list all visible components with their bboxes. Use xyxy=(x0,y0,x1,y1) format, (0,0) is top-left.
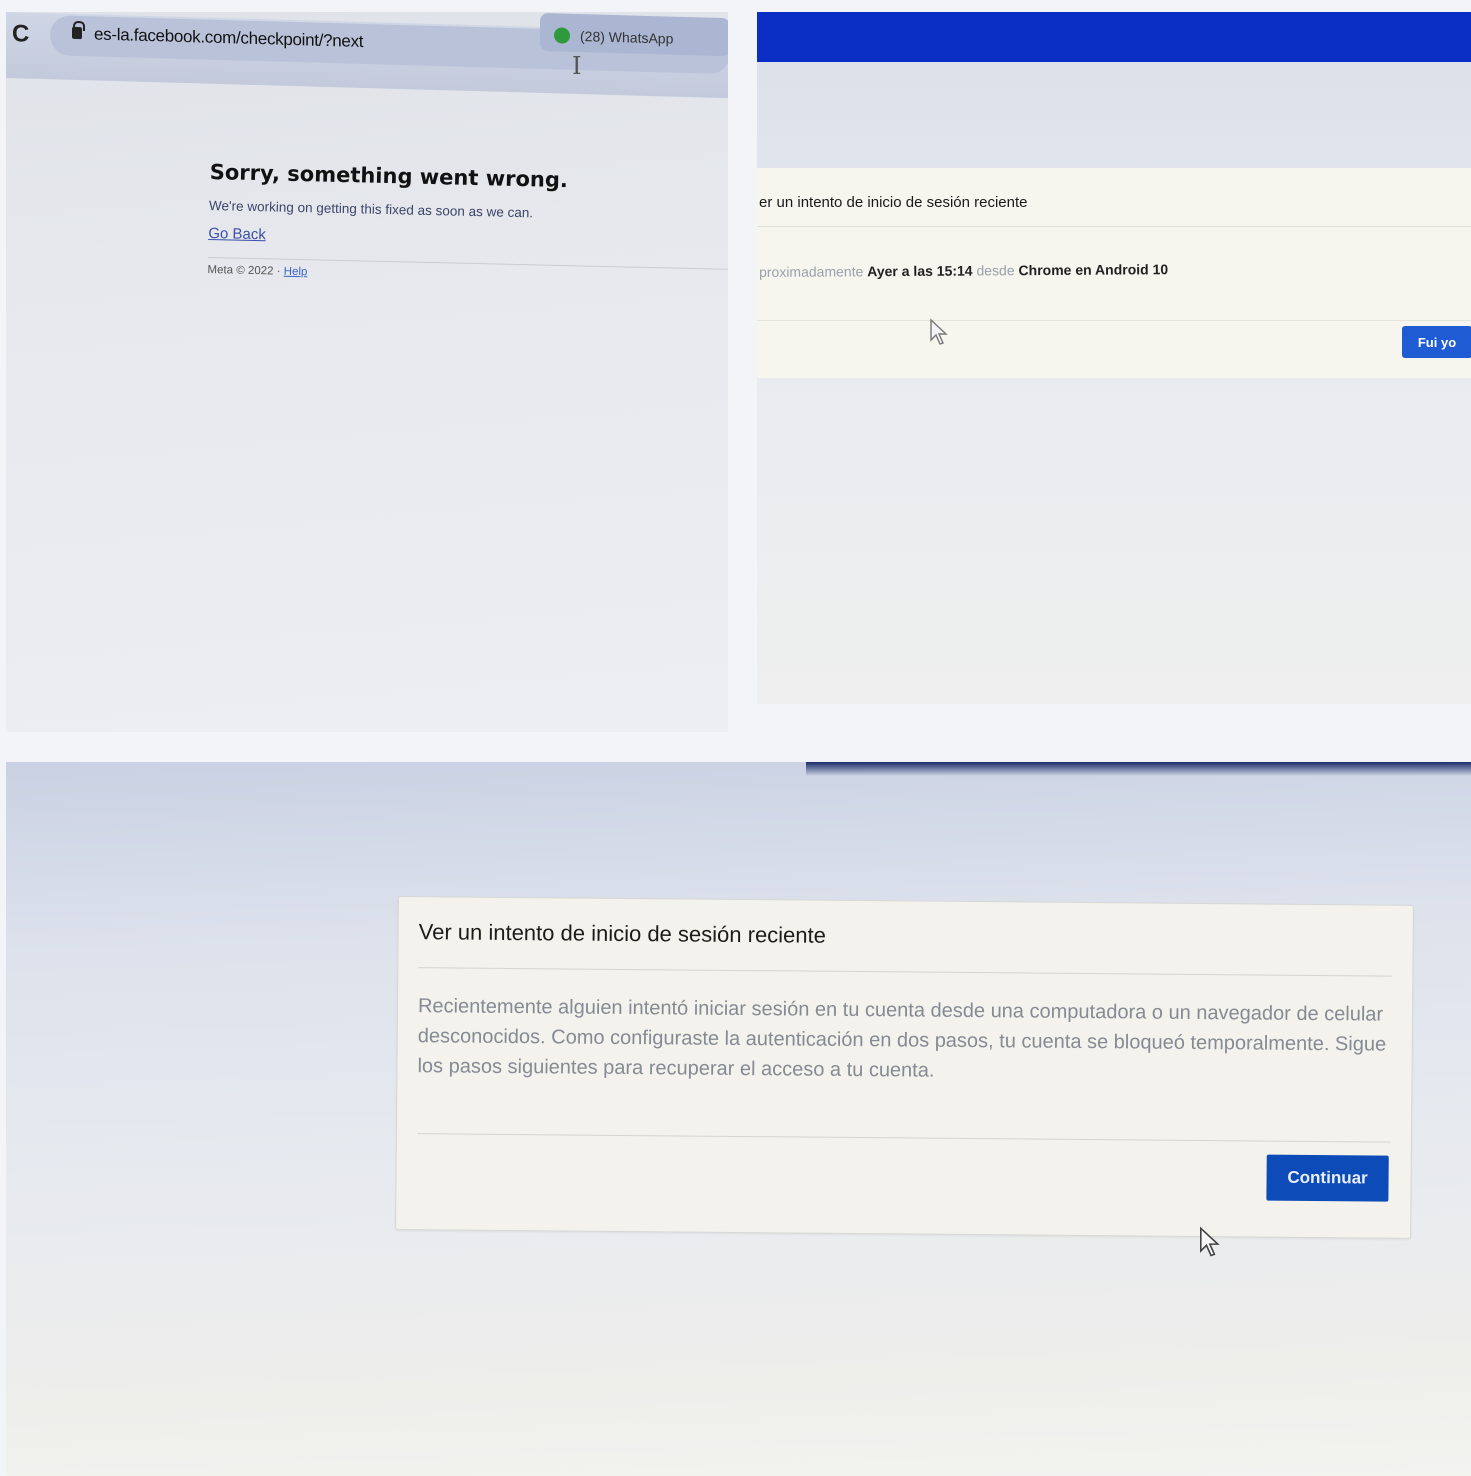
text-cursor-icon: I xyxy=(572,52,582,80)
checkpoint-screenshot: Ver un intento de inicio de sesión recie… xyxy=(6,762,1471,1476)
browser-toolbar: C es-la.facebook.com/checkpoint/?next (2… xyxy=(6,12,728,99)
attempt-device: Chrome en Android 10 xyxy=(1018,261,1169,279)
login-attempt-title: er un intento de inicio de sesión recien… xyxy=(759,194,1028,211)
lock-icon xyxy=(72,26,82,40)
checkpoint-body: Recientemente alguien intentó iniciar se… xyxy=(417,995,1387,1082)
divider xyxy=(416,1133,1391,1143)
attempt-time: Ayer a las 15:14 xyxy=(867,262,973,280)
browser-tab[interactable]: (28) WhatsApp xyxy=(540,12,728,57)
error-subtext: We're working on getting this fixed as s… xyxy=(208,197,534,221)
login-attempt-detail: proximadamente Ayer a las 15:14 desde Ch… xyxy=(759,261,1168,280)
mouse-pointer-icon xyxy=(1200,1226,1220,1257)
error-heading: Sorry, something went wrong. xyxy=(209,160,569,193)
divider xyxy=(757,226,1471,227)
facebook-header-bar xyxy=(757,12,1471,62)
error-message: Sorry, something went wrong. We're worki… xyxy=(207,160,728,288)
reload-icon[interactable]: C xyxy=(12,20,29,48)
checkpoint-title: Ver un intento de inicio de sesión recie… xyxy=(418,919,827,948)
mouse-pointer-icon xyxy=(930,318,948,345)
login-attempt-detail-screenshot: er un intento de inicio de sesión recien… xyxy=(757,12,1471,704)
approx-label: proximadamente xyxy=(759,263,868,280)
go-back-link[interactable]: Go Back xyxy=(208,225,266,243)
divider xyxy=(418,967,1393,977)
continue-button[interactable]: Continuar xyxy=(1266,1154,1389,1202)
header-edge xyxy=(806,762,1471,776)
help-link[interactable]: Help xyxy=(284,266,308,279)
footer-copyright: Meta © 2022 · xyxy=(207,263,284,278)
checkpoint-card: Ver un intento de inicio de sesión recie… xyxy=(395,896,1414,1239)
browser-error-screenshot: C es-la.facebook.com/checkpoint/?next (2… xyxy=(6,12,728,732)
whatsapp-icon xyxy=(554,27,570,44)
url-text: es-la.facebook.com/checkpoint/?next xyxy=(94,24,364,51)
from-label: desde xyxy=(972,262,1019,279)
divider xyxy=(757,320,1471,321)
tab-title: (28) WhatsApp xyxy=(580,28,674,47)
it-was-me-button[interactable]: Fui yo xyxy=(1402,326,1471,358)
